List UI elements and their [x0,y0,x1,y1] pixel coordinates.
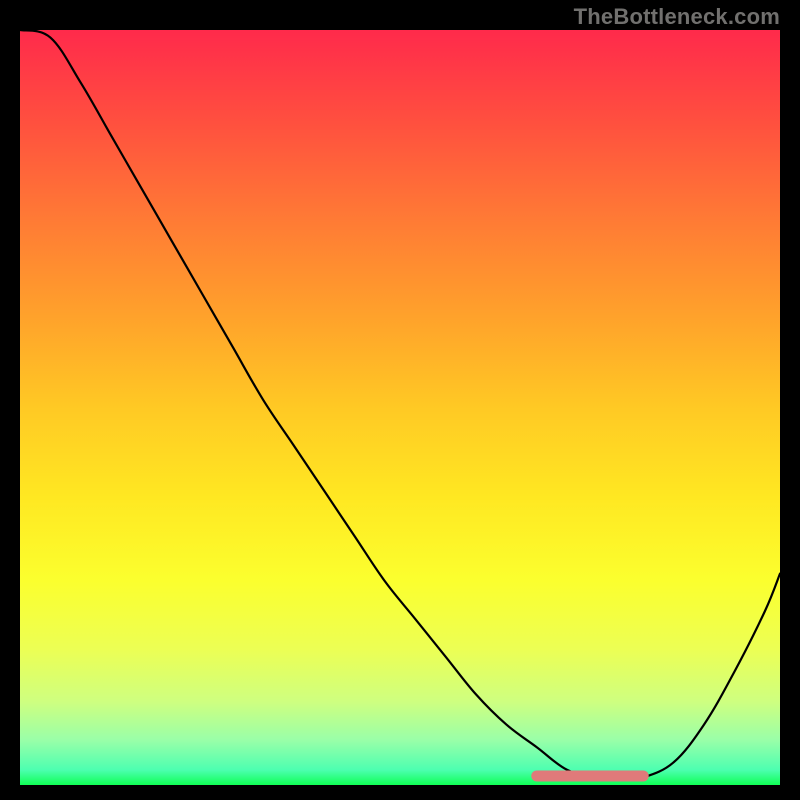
chart-plot-area [20,30,780,785]
chart-svg [20,30,780,785]
watermark-text: TheBottleneck.com [574,4,780,30]
chart-frame: TheBottleneck.com [0,0,800,800]
gradient-background [20,30,780,785]
